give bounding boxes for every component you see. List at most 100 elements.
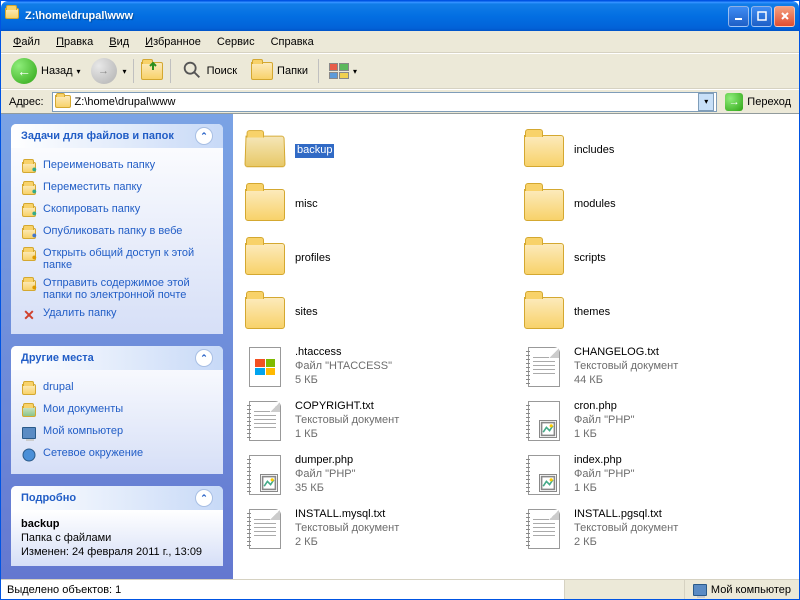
- tasks-panel-header[interactable]: Задачи для файлов и папок ⌃: [11, 124, 223, 148]
- task-label: Удалить папку: [43, 307, 117, 319]
- address-input[interactable]: Z:\home\drupal\www ▾: [52, 92, 718, 112]
- file-tile[interactable]: misc: [237, 178, 516, 232]
- menu-edit[interactable]: Правка: [48, 34, 101, 50]
- maximize-button[interactable]: [751, 6, 772, 27]
- details-panel-header[interactable]: Подробно ⌃: [11, 486, 223, 510]
- menu-help[interactable]: Справка: [263, 34, 322, 50]
- file-type: Текстовый документ: [574, 360, 678, 374]
- task-item[interactable]: ●Скопировать папку: [21, 200, 213, 222]
- file-tile[interactable]: INSTALL.mysql.txtТекстовый документ2 КБ: [237, 502, 516, 556]
- file-tile[interactable]: dumper.phpФайл "PHP"35 КБ: [237, 448, 516, 502]
- file-icon: [522, 237, 566, 281]
- forward-button[interactable]: →: [91, 58, 117, 84]
- file-tile[interactable]: cron.phpФайл "PHP"1 КБ: [516, 394, 795, 448]
- menu-tools[interactable]: Сервис: [209, 34, 263, 50]
- file-type: Файл "HTACCESS": [295, 360, 392, 374]
- file-icon: [243, 345, 287, 389]
- place-item[interactable]: Сетевое окружение: [21, 444, 213, 466]
- sidebar: Задачи для файлов и папок ⌃ ● Переименова…: [1, 114, 233, 579]
- details-title: Подробно: [21, 492, 76, 504]
- folders-button[interactable]: Папки: [247, 60, 312, 82]
- file-type: Файл "PHP": [574, 468, 635, 482]
- file-name: includes: [574, 144, 614, 158]
- place-item[interactable]: Мои документы: [21, 400, 213, 422]
- file-name: misc: [295, 198, 318, 212]
- chevron-up-icon[interactable]: ⌃: [195, 349, 213, 367]
- address-dropdown[interactable]: ▾: [698, 93, 714, 111]
- task-icon: ●: [21, 159, 37, 175]
- window-title: Z:\home\drupal\www: [25, 10, 728, 22]
- folder-icon: [5, 8, 21, 24]
- file-tile[interactable]: profiles: [237, 232, 516, 286]
- chevron-up-icon[interactable]: ⌃: [195, 489, 213, 507]
- back-button[interactable]: ← Назад ▾: [7, 56, 85, 86]
- task-item[interactable]: ●Переместить папку: [21, 178, 213, 200]
- place-item[interactable]: Мой компьютер: [21, 422, 213, 444]
- file-icon: [522, 453, 566, 497]
- views-button[interactable]: ▾: [325, 61, 361, 81]
- place-icon: [21, 403, 37, 419]
- file-tile[interactable]: backup: [237, 124, 516, 178]
- file-icon: [243, 453, 287, 497]
- address-label: Адрес:: [5, 96, 48, 108]
- computer-icon: [693, 584, 707, 596]
- file-size: 35 КБ: [295, 482, 356, 496]
- up-button[interactable]: [140, 59, 164, 83]
- file-name: backup: [295, 144, 334, 158]
- file-tile[interactable]: modules: [516, 178, 795, 232]
- file-tile[interactable]: scripts: [516, 232, 795, 286]
- place-icon: [21, 425, 37, 441]
- file-tile[interactable]: CHANGELOG.txtТекстовый документ44 КБ: [516, 340, 795, 394]
- file-icon: [243, 507, 287, 551]
- task-icon: ●: [21, 247, 37, 263]
- task-item[interactable]: ✕Удалить папку: [21, 304, 213, 326]
- menu-file[interactable]: Файл: [5, 34, 48, 50]
- file-icon: [522, 291, 566, 335]
- file-tile[interactable]: INSTALL.pgsql.txtТекстовый документ2 КБ: [516, 502, 795, 556]
- task-item[interactable]: ● Открыть общий доступ к этой папке: [21, 244, 213, 274]
- go-button[interactable]: → Переход: [721, 93, 795, 111]
- file-tile[interactable]: sites: [237, 286, 516, 340]
- search-button[interactable]: Поиск: [177, 57, 241, 86]
- minimize-button[interactable]: [728, 6, 749, 27]
- chevron-down-icon[interactable]: ▾: [77, 67, 81, 76]
- separator: [170, 59, 171, 83]
- task-icon: ●: [21, 181, 37, 197]
- back-label: Назад: [41, 65, 73, 77]
- task-item[interactable]: ●Опубликовать папку в вебе: [21, 222, 213, 244]
- place-label: Мой компьютер: [43, 425, 123, 437]
- file-icon: [243, 399, 287, 443]
- file-tile[interactable]: themes: [516, 286, 795, 340]
- places-panel-header[interactable]: Другие места ⌃: [11, 346, 223, 370]
- go-label: Переход: [747, 96, 791, 108]
- details-kind: Папка с файлами: [21, 532, 213, 544]
- file-tile[interactable]: includes: [516, 124, 795, 178]
- task-label: Скопировать папку: [43, 203, 140, 215]
- chevron-up-icon[interactable]: ⌃: [195, 127, 213, 145]
- file-tile[interactable]: .htaccessФайл "HTACCESS"5 КБ: [237, 340, 516, 394]
- file-name: COPYRIGHT.txt: [295, 400, 399, 414]
- close-button[interactable]: [774, 6, 795, 27]
- separator: [133, 59, 134, 83]
- chevron-down-icon: ▾: [353, 67, 357, 76]
- place-item[interactable]: drupal: [21, 378, 213, 400]
- file-name: profiles: [295, 252, 330, 266]
- chevron-down-icon[interactable]: ▾: [123, 67, 127, 76]
- task-label: Открыть общий доступ к этой папке: [43, 247, 213, 271]
- file-view[interactable]: backup includes misc modules profiles scripts…: [233, 114, 799, 579]
- file-name: INSTALL.pgsql.txt: [574, 508, 678, 522]
- details-name: backup: [21, 518, 213, 530]
- task-item[interactable]: ●Отправить содержимое этой папки по элек…: [21, 274, 213, 304]
- task-label: Переименовать папку: [43, 159, 155, 171]
- task-item[interactable]: ● Переименовать папку: [21, 156, 213, 178]
- titlebar[interactable]: Z:\home\drupal\www: [1, 1, 799, 31]
- statusbar: Выделено объектов: 1 Мой компьютер: [1, 579, 799, 599]
- menu-view[interactable]: Вид: [101, 34, 137, 50]
- file-tile[interactable]: COPYRIGHT.txtТекстовый документ1 КБ: [237, 394, 516, 448]
- file-icon: [522, 507, 566, 551]
- file-type: Файл "PHP": [295, 468, 356, 482]
- file-tile[interactable]: index.phpФайл "PHP"1 КБ: [516, 448, 795, 502]
- file-size: 2 КБ: [295, 536, 399, 550]
- menu-favorites[interactable]: Избранное: [137, 34, 209, 50]
- task-icon: ●: [21, 225, 37, 241]
